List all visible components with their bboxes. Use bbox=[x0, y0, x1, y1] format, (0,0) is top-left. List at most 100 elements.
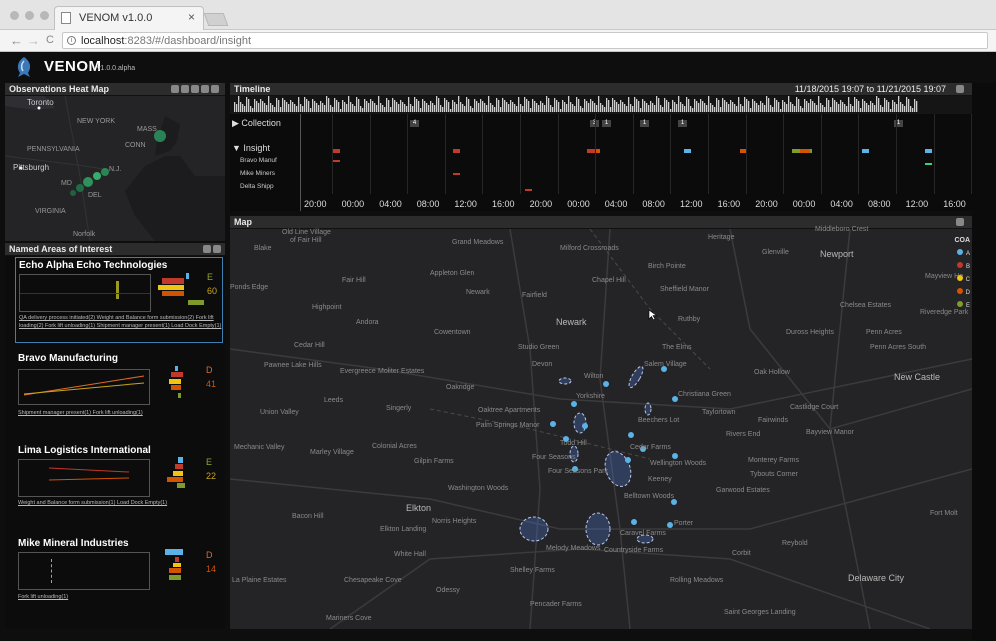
map-settings-icon[interactable] bbox=[956, 218, 964, 226]
timeline-tick-label: 16:00 bbox=[717, 199, 741, 209]
map-place-label: Singerly bbox=[386, 405, 412, 412]
url-path: :8283/#/dashboard/insight bbox=[124, 35, 252, 47]
collection-count-badge[interactable]: 4 bbox=[410, 120, 419, 127]
pan-icon[interactable] bbox=[191, 85, 199, 93]
new-tab-button[interactable] bbox=[203, 13, 229, 26]
collection-row[interactable]: ▶ Collection bbox=[232, 118, 281, 129]
insight-event[interactable] bbox=[862, 149, 869, 153]
insight-event[interactable] bbox=[333, 149, 340, 153]
label-virginia: VIRGINIA bbox=[35, 208, 66, 215]
timeline-panel: Timeline 11/18/2015 19:07 to 11/21/2015 … bbox=[230, 83, 973, 211]
timeline-tick-label: 20:00 bbox=[304, 199, 327, 209]
timeline-gridline bbox=[444, 114, 446, 194]
map-place-label: Highpoint bbox=[312, 304, 342, 311]
area-card[interactable]: Bravo Manufacturing D 41 Shipment manage… bbox=[15, 351, 223, 437]
map-place-label: Salem Village bbox=[644, 361, 687, 368]
map-place-label: Belltown Woods bbox=[624, 493, 675, 500]
minimize-window-dot[interactable] bbox=[25, 11, 34, 20]
map-place-label: Moliter Estates bbox=[378, 368, 425, 375]
insight-event[interactable] bbox=[453, 149, 460, 153]
collection-count-badge[interactable]: 1 bbox=[640, 120, 649, 127]
collection-count-badge[interactable]: 1 bbox=[602, 120, 611, 127]
area-card-events[interactable]: Shipment manager present(1) Fork lift un… bbox=[18, 409, 223, 417]
label-new-york: NEW YORK bbox=[77, 118, 115, 125]
reload-button[interactable]: C bbox=[46, 34, 54, 46]
insight-sub-row: Delta Shipp bbox=[240, 183, 274, 190]
timeline-gridline bbox=[632, 114, 634, 194]
collection-count-badge[interactable]: 1 bbox=[678, 120, 687, 127]
url-input[interactable]: i localhost:8283/#/dashboard/insight bbox=[62, 32, 988, 49]
coa-legend-item[interactable]: D bbox=[956, 288, 970, 296]
coa-legend-item[interactable]: A bbox=[956, 249, 970, 257]
timeline-histogram[interactable] bbox=[230, 95, 972, 114]
map-place-label: Bacon Hill bbox=[292, 513, 324, 520]
timeline-gridline bbox=[820, 114, 822, 194]
coa-legend-item[interactable]: C bbox=[956, 275, 970, 283]
map-place-label: Colonial Acres bbox=[372, 443, 417, 450]
expand-icon[interactable] bbox=[201, 85, 209, 93]
map-place-label: Rivers End bbox=[726, 431, 761, 438]
area-card-plot bbox=[19, 274, 151, 312]
insight-event[interactable] bbox=[333, 160, 340, 162]
legend-swatch bbox=[956, 262, 963, 268]
map-place-label: Yorkshire bbox=[576, 393, 605, 400]
coa-legend-item[interactable]: B bbox=[956, 262, 970, 270]
map-place-label: Birch Pointe bbox=[648, 263, 686, 270]
settings-icon[interactable] bbox=[211, 85, 219, 93]
map-place-label: Monterey Farms bbox=[748, 457, 799, 464]
area-card[interactable]: Echo Alpha Echo Technologies E 60 QA del… bbox=[15, 257, 223, 343]
zoom-icon[interactable] bbox=[181, 85, 189, 93]
coa-legend-item[interactable]: E bbox=[956, 301, 970, 309]
area-card-events[interactable]: Fork lift unloading(1) bbox=[18, 593, 223, 601]
map-place-label: Oakridge bbox=[446, 384, 475, 391]
map-place-label: Fairwinds bbox=[758, 417, 788, 424]
forward-button[interactable]: → bbox=[27, 33, 40, 48]
map-place-label: Odessy bbox=[436, 587, 460, 594]
insight-event[interactable] bbox=[684, 149, 691, 153]
map-place-label: Taylortown bbox=[702, 409, 736, 416]
close-tab-icon[interactable]: × bbox=[188, 10, 195, 24]
map-place-label: Newark bbox=[556, 317, 587, 327]
back-button[interactable]: ← bbox=[10, 33, 23, 48]
insight-event[interactable] bbox=[525, 189, 532, 191]
heat-map-canvas[interactable]: Toronto NEW YORK MASS CONN PENNSYLVANIA … bbox=[5, 96, 225, 241]
browser-tab[interactable]: VENOM v1.0.0 × bbox=[54, 6, 204, 31]
timeline-grid[interactable]: 4 3 1 1 1 1 20:0000:0004:0008:0012:0016:… bbox=[300, 114, 973, 211]
insight-event[interactable] bbox=[925, 149, 932, 153]
sort-icon[interactable] bbox=[203, 245, 211, 253]
map-place-label: Glenville bbox=[762, 249, 789, 256]
timeline-gridline bbox=[557, 114, 559, 194]
map-place-label: Washington Woods bbox=[448, 485, 509, 492]
maximize-window-dot[interactable] bbox=[40, 11, 49, 20]
map-place-label: Middleboro Crest bbox=[815, 226, 869, 233]
layers-icon[interactable] bbox=[171, 85, 179, 93]
timeline-tick-label: 12:00 bbox=[454, 199, 477, 209]
reset-icon[interactable] bbox=[956, 85, 964, 93]
area-card-grade: E bbox=[207, 272, 214, 282]
insight-event[interactable] bbox=[800, 149, 810, 153]
insight-row[interactable]: ▼ Insight bbox=[232, 143, 270, 153]
map-place-label: Tybouts Corner bbox=[750, 471, 798, 478]
map-place-label: Penn Acres South bbox=[870, 344, 927, 351]
map-canvas[interactable]: Old Line Village of Fair Hill Grand Meadow… bbox=[230, 226, 972, 629]
area-card[interactable]: Mike Mineral Industries D 14 Fork lift u… bbox=[15, 536, 223, 622]
insight-event[interactable] bbox=[596, 149, 600, 153]
map-place-label: Todd Hill bbox=[560, 440, 587, 447]
area-card[interactable]: Lima Logistics International E 22 Weight… bbox=[15, 443, 223, 529]
named-areas-title: Named Areas of Interest bbox=[9, 244, 113, 254]
map-place-label: Penn Acres bbox=[866, 329, 902, 336]
area-card-events[interactable]: Weight and Balance form submission(1) Lo… bbox=[18, 499, 223, 507]
area-card-events[interactable]: QA delivery process initiated(2) Weight … bbox=[19, 314, 224, 330]
app-header: VENOM v1.0.0.alpha bbox=[0, 52, 996, 82]
insight-event[interactable] bbox=[453, 173, 460, 175]
map-place-label: Oaktree Apartments bbox=[478, 407, 541, 414]
filter-icon[interactable] bbox=[213, 245, 221, 253]
map-place-label: Wellington Woods bbox=[650, 460, 707, 467]
timeline-tick-label: 16:00 bbox=[492, 199, 515, 209]
map-place-label: Bayview Manor bbox=[806, 429, 854, 436]
close-window-dot[interactable] bbox=[10, 11, 19, 20]
timeline-gridline bbox=[933, 114, 935, 194]
area-card-title: Echo Alpha Echo Technologies bbox=[19, 260, 168, 271]
insight-event[interactable] bbox=[925, 163, 932, 165]
legend-swatch bbox=[956, 288, 963, 294]
